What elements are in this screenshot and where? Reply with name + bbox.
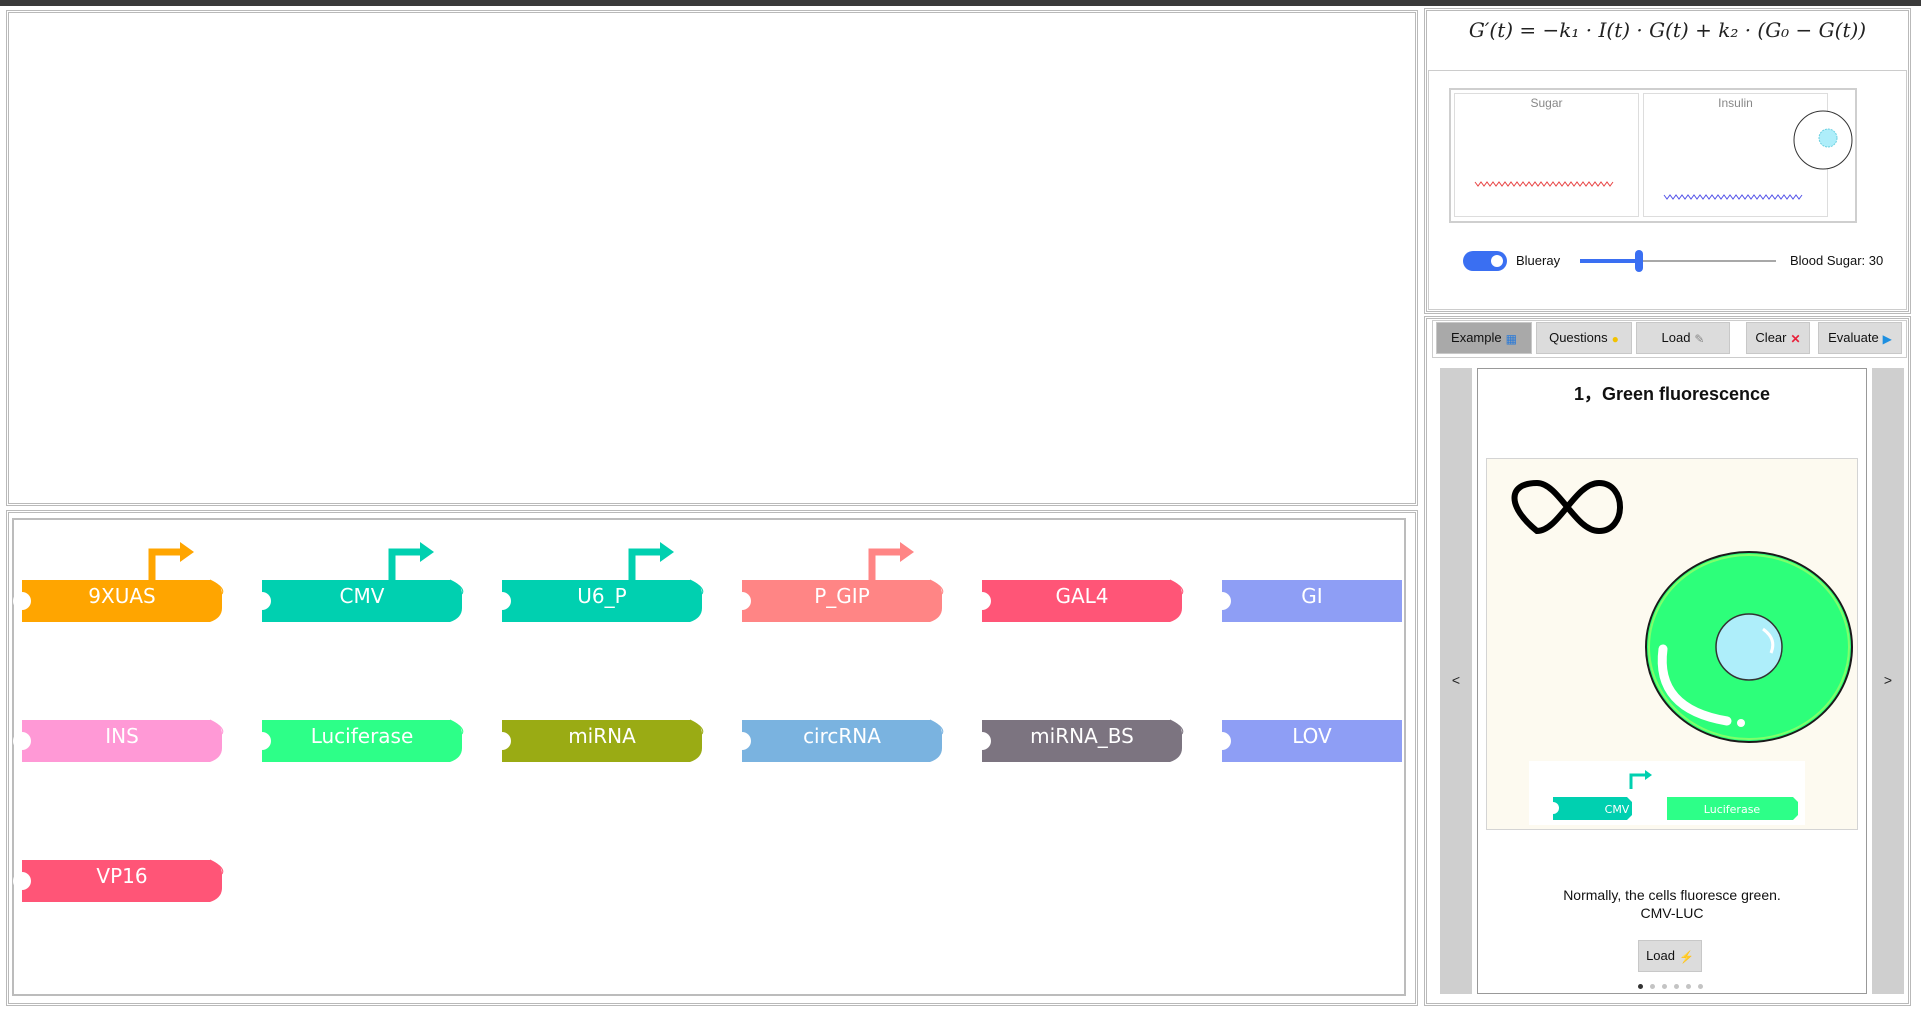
part-label: VP16 xyxy=(96,864,148,888)
part-label: INS xyxy=(105,724,139,748)
infinity-icon xyxy=(1511,479,1623,535)
example-description: Normally, the cells fluoresce green. CMV… xyxy=(1477,886,1867,922)
example-load-label: Load xyxy=(1646,948,1675,963)
pagination-dot[interactable] xyxy=(1698,984,1703,989)
example-label: Example xyxy=(1451,330,1502,345)
part-lov[interactable]: LOV xyxy=(1213,680,1422,762)
part-p-gip[interactable]: P_GIP xyxy=(733,540,944,622)
part-label: circRNA xyxy=(803,724,881,748)
part-label: CMV xyxy=(339,584,385,608)
part-circrna[interactable]: circRNA xyxy=(733,680,944,762)
green-cell-icon xyxy=(1645,551,1853,743)
part-label: GAL4 xyxy=(1055,584,1109,608)
part-ins[interactable]: INS xyxy=(13,680,224,762)
questions-label: Questions xyxy=(1549,330,1608,345)
questions-button[interactable]: Questions ● xyxy=(1536,322,1632,354)
part-mirna-bs[interactable]: miRNA_BS xyxy=(973,680,1184,762)
part-luciferase[interactable]: Luciferase xyxy=(253,680,464,762)
part-label: 9XUAS xyxy=(88,584,156,608)
part-label: miRNA_BS xyxy=(1030,724,1134,748)
clear-label: Clear xyxy=(1755,330,1787,345)
lightning-icon: ⚡ xyxy=(1678,949,1694,964)
mini-part-label-luciferase: Luciferase xyxy=(1704,803,1761,816)
example-button[interactable]: Example ▦ xyxy=(1436,322,1532,354)
part-label: Luciferase xyxy=(310,724,414,748)
part-cmv[interactable]: CMV xyxy=(253,540,464,622)
wand-icon: ✎ xyxy=(1694,331,1705,346)
close-icon: ✕ xyxy=(1790,331,1801,346)
evaluate-label: Evaluate xyxy=(1828,330,1879,345)
pagination-dot[interactable] xyxy=(1674,984,1679,989)
blueray-toggle[interactable] xyxy=(1463,251,1507,271)
part-label: P_GIP xyxy=(814,584,870,608)
blueray-label: Blueray xyxy=(1516,253,1561,268)
play-icon: ▶ xyxy=(1882,331,1892,346)
design-canvas[interactable] xyxy=(6,10,1418,506)
pagination-dot[interactable] xyxy=(1686,984,1691,989)
lightbulb-icon: ● xyxy=(1611,331,1619,346)
part-gi[interactable]: GI xyxy=(1213,540,1422,622)
example-illustration: CMV Luciferase xyxy=(1486,458,1858,830)
part-label: miRNA xyxy=(568,724,636,748)
insulin-curve xyxy=(1663,194,1803,200)
load-label: Load xyxy=(1661,330,1691,345)
description-line-2: CMV-LUC xyxy=(1640,905,1704,921)
part-gal4[interactable]: GAL4 xyxy=(973,540,1184,622)
example-icon: ▦ xyxy=(1505,331,1517,346)
clear-button[interactable]: Clear ✕ xyxy=(1746,322,1810,354)
glucose-formula: G′(t) = −k₁ · I(t) · G(t) + k₂ · (G₀ − G… xyxy=(1468,18,1867,42)
sugar-graph: Sugar xyxy=(1454,93,1639,217)
evaluate-button[interactable]: Evaluate ▶ xyxy=(1818,322,1902,354)
pagination-dot[interactable] xyxy=(1662,984,1667,989)
pagination-dot[interactable] xyxy=(1650,984,1655,989)
blood-sugar-slider-fill xyxy=(1580,259,1639,263)
part-u6-p[interactable]: U6_P xyxy=(493,540,704,622)
pagination-dot[interactable] xyxy=(1638,984,1643,989)
sugar-curve xyxy=(1474,181,1614,187)
part-9xuas[interactable]: 9XUAS xyxy=(13,540,224,622)
chevron-right-icon: > xyxy=(1883,672,1893,688)
blood-sugar-slider-knob[interactable] xyxy=(1634,250,1643,272)
example-title: 1，Green fluorescence xyxy=(1573,384,1771,404)
load-button[interactable]: Load ✎ xyxy=(1636,322,1730,354)
graphs-area: Sugar Insulin xyxy=(1449,88,1857,223)
description-line-1: Normally, the cells fluoresce green. xyxy=(1563,887,1781,903)
part-mirna[interactable]: miRNA xyxy=(493,680,704,762)
blood-sugar-label: Blood Sugar: 30 xyxy=(1790,253,1884,268)
part-label: LOV xyxy=(1292,724,1332,748)
mini-part-label-cmv: CMV xyxy=(1605,803,1630,816)
chevron-left-icon: < xyxy=(1451,672,1461,688)
carousel-pagination xyxy=(1638,984,1706,990)
part-label: GI xyxy=(1301,584,1323,608)
part-vp16[interactable]: VP16 xyxy=(13,820,224,902)
cell-icon xyxy=(1793,110,1853,170)
example-load-button[interactable]: Load ⚡ xyxy=(1638,940,1702,972)
part-label: U6_P xyxy=(577,584,627,608)
window-top-bar xyxy=(0,0,1921,6)
